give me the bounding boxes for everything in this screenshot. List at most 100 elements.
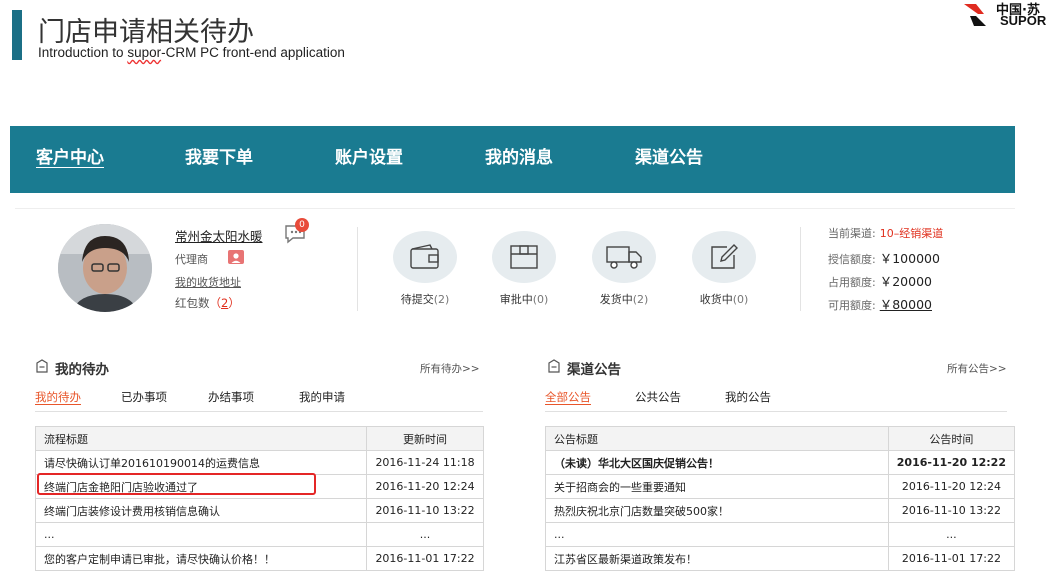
tab-divider xyxy=(35,411,483,412)
edit-icon xyxy=(711,244,738,269)
all-todos-link[interactable]: 所有待办>> xyxy=(420,361,480,376)
notice-time: 2016-11-01 17:22 xyxy=(887,546,1016,571)
table-row[interactable]: （未读）华北大区国庆促销公告！ 2016-11-20 12:22 xyxy=(545,450,1016,475)
nav-item-channel-notices[interactable]: 渠道公告 xyxy=(635,143,703,168)
tab-my-notices[interactable]: 我的公告 xyxy=(725,389,771,405)
main-nav: 客户中心 我要下单 账户设置 我的消息 渠道公告 xyxy=(10,126,1015,193)
supor-logo-mark-icon xyxy=(964,4,986,26)
channel-value: 10–经销渠道 xyxy=(879,227,944,240)
wallet-icon xyxy=(410,244,439,269)
todo-panel-title: 我的待办 xyxy=(55,362,109,378)
todo-panel: 我的待办 所有待办>> 我的待办 已办事项 办结事项 我的申请 流程标题 更新时… xyxy=(15,343,508,584)
notice-panel-title: 渠道公告 xyxy=(567,362,621,378)
order-stat-count: (0) xyxy=(732,293,749,306)
annotation-highlight-box xyxy=(37,473,316,495)
nav-item-account-settings[interactable]: 账户设置 xyxy=(335,143,403,168)
notice-table: 公告标题 公告时间 （未读）华北大区国庆促销公告！ 2016-11-20 12:2… xyxy=(545,426,1016,571)
notice-time: 2016-11-20 12:24 xyxy=(887,474,1016,499)
subtitle-brand: supor xyxy=(127,45,162,60)
tab-all-notices[interactable]: 全部公告 xyxy=(545,389,591,405)
brand-en-text: SUPOR xyxy=(1000,13,1046,28)
table-row[interactable]: 关于招商会的一些重要通知 2016-11-20 12:24 xyxy=(545,474,1016,499)
table-row[interactable]: 终端门店装修设计费用核销信息确认 2016-11-10 13:22 xyxy=(35,498,484,523)
tab-my-todos[interactable]: 我的待办 xyxy=(35,389,81,405)
credit-channel: 当前渠道: 10–经销渠道 xyxy=(828,227,944,240)
column-header-time: 公告时间 xyxy=(887,426,1016,451)
notice-panel-icon xyxy=(548,359,560,373)
supor-logo: 中国·苏 SUPOR xyxy=(962,0,1046,32)
order-stat-label: 待提交 xyxy=(400,293,434,306)
red-packet-count: 红包数（2） xyxy=(175,295,240,311)
red-packet-label: 红包数 xyxy=(175,296,210,310)
notice-title[interactable]: 关于招商会的一些重要通知 xyxy=(545,474,889,499)
table-row[interactable]: 热烈庆祝北京门店数量突破500家！ 2016-11-10 13:22 xyxy=(545,498,1016,523)
tab-closed-items[interactable]: 办结事项 xyxy=(208,389,254,405)
profile-divider xyxy=(357,227,358,311)
order-stat-shipping[interactable]: 发货中(2) xyxy=(579,231,669,307)
order-stat-count: (2) xyxy=(632,293,649,306)
all-notices-link[interactable]: 所有公告>> xyxy=(947,361,1007,376)
todo-time: ... xyxy=(366,522,484,547)
todo-time: 2016-11-24 11:18 xyxy=(366,450,484,475)
red-packet-close: ） xyxy=(228,296,240,310)
todo-title[interactable]: 请尽快确认订单201610190014的运费信息 xyxy=(35,450,367,475)
avatar[interactable] xyxy=(58,224,152,312)
user-name[interactable]: 常州金太阳水暖 xyxy=(175,226,263,245)
order-stat-label: 发货中 xyxy=(599,293,633,306)
column-header-time: 更新时间 xyxy=(366,426,484,451)
todo-title[interactable]: 您的客户定制申请已审批，请尽快确认价格！！ xyxy=(35,546,367,571)
nav-item-place-order[interactable]: 我要下单 xyxy=(185,143,253,168)
truck-icon xyxy=(606,246,642,269)
order-stat-approving[interactable]: 审批中(0) xyxy=(479,231,569,307)
table-row[interactable]: 江苏省区最新渠道政策发布！ 2016-11-01 17:22 xyxy=(545,546,1016,571)
subtitle-suffix: -CRM PC front-end application xyxy=(161,45,345,60)
table-row: ...... xyxy=(545,522,1016,547)
credit-used: 占用额度: ￥20000 xyxy=(828,274,932,289)
todo-panel-icon xyxy=(36,359,48,373)
granted-value: ￥100000 xyxy=(879,251,940,266)
notice-title[interactable]: 热烈庆祝北京门店数量突破500家！ xyxy=(545,498,889,523)
slide-title: 门店申请相关待办 xyxy=(38,17,254,48)
notice-title[interactable]: 江苏省区最新渠道政策发布！ xyxy=(545,546,889,571)
table-header-row: 公告标题 公告时间 xyxy=(545,426,1016,451)
notice-time: ... xyxy=(887,522,1016,547)
profile-card: 常州金太阳水暖 0 代理商 我的收货地址 红包数（2） 待提交(2) 审批中(0… xyxy=(15,208,1015,330)
todo-time: 2016-11-10 13:22 xyxy=(366,498,484,523)
order-stat-count: (0) xyxy=(532,293,549,306)
shipping-address-link[interactable]: 我的收货地址 xyxy=(175,274,241,290)
order-stat-receiving[interactable]: 收货中(0) xyxy=(679,231,769,307)
notice-title[interactable]: （未读）华北大区国庆促销公告！ xyxy=(545,450,889,475)
box-icon xyxy=(510,245,538,269)
credit-granted: 授信额度: ￥100000 xyxy=(828,251,940,266)
tab-divider xyxy=(545,411,1007,412)
table-row: ...... xyxy=(35,522,484,547)
notice-title: ... xyxy=(545,522,889,547)
message-count-badge: 0 xyxy=(295,218,309,232)
tab-done-items[interactable]: 已办事项 xyxy=(121,389,167,405)
todo-table: 流程标题 更新时间 请尽快确认订单201610190014的运费信息 2016-1… xyxy=(35,426,484,571)
used-value: ￥20000 xyxy=(879,274,932,289)
subtitle-prefix: Introduction to xyxy=(38,45,128,60)
order-stat-pending-submit[interactable]: 待提交(2) xyxy=(380,231,470,307)
order-stat-count: (2) xyxy=(433,293,450,306)
todo-title: ... xyxy=(35,522,367,547)
column-header-title: 公告标题 xyxy=(545,426,889,451)
available-value[interactable]: ￥80000 xyxy=(880,297,932,312)
column-header-title: 流程标题 xyxy=(35,426,367,451)
nav-item-my-messages[interactable]: 我的消息 xyxy=(485,143,553,168)
nav-item-customer-center[interactable]: 客户中心 xyxy=(36,143,104,168)
tab-public-notices[interactable]: 公共公告 xyxy=(635,389,681,405)
notice-panel: 渠道公告 所有公告>> 全部公告 公共公告 我的公告 公告标题 公告时间 （未读… xyxy=(527,343,1016,584)
table-header-row: 流程标题 更新时间 xyxy=(35,426,484,451)
role-badge-icon xyxy=(228,250,244,264)
tab-my-applications[interactable]: 我的申请 xyxy=(299,389,345,405)
todo-title[interactable]: 终端门店装修设计费用核销信息确认 xyxy=(35,498,367,523)
notice-time: 2016-11-10 13:22 xyxy=(887,498,1016,523)
table-row[interactable]: 请尽快确认订单201610190014的运费信息 2016-11-24 11:18 xyxy=(35,450,484,475)
todo-time: 2016-11-20 12:24 xyxy=(366,474,484,499)
title-accent-bar xyxy=(12,10,22,60)
todo-time: 2016-11-01 17:22 xyxy=(366,546,484,571)
table-row[interactable]: 您的客户定制申请已审批，请尽快确认价格！！ 2016-11-01 17:22 xyxy=(35,546,484,571)
user-role: 代理商 xyxy=(175,253,208,266)
order-stat-label: 审批中 xyxy=(499,293,533,306)
